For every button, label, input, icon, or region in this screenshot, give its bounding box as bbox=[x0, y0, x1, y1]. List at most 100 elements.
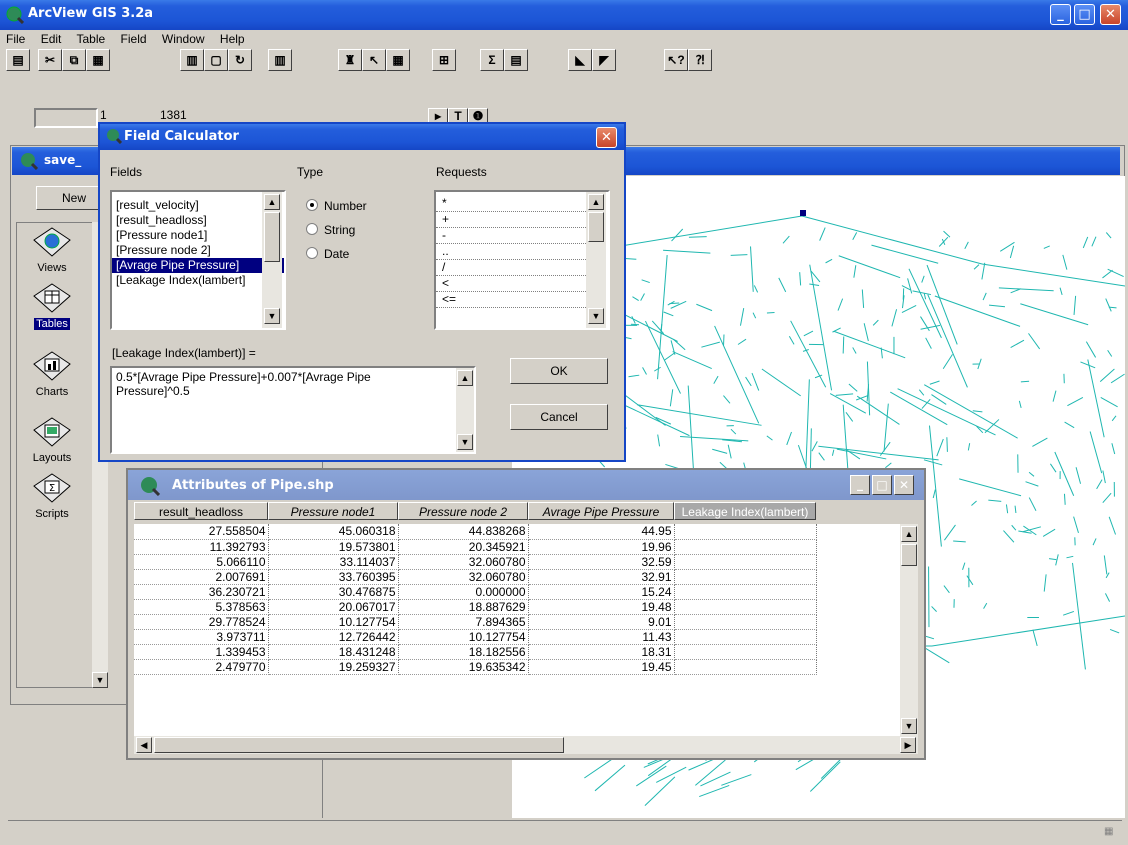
table-cell[interactable]: 0.000000 bbox=[398, 584, 529, 600]
tables-item[interactable]: Tables bbox=[22, 282, 82, 330]
layouts-item[interactable]: Layouts bbox=[22, 416, 82, 464]
table-cell[interactable] bbox=[674, 614, 817, 630]
table-cell[interactable]: 2.479770 bbox=[134, 659, 269, 675]
table-cell[interactable]: 19.48 bbox=[528, 599, 675, 615]
menu-file[interactable]: File bbox=[6, 32, 25, 46]
table-row[interactable]: 5.378563 20.067017 18.887629 19.48 bbox=[134, 599, 817, 615]
table-cell[interactable] bbox=[674, 584, 817, 600]
requests-scroll-up-icon[interactable]: ▲ bbox=[588, 194, 604, 210]
column-header[interactable]: Pressure node1 bbox=[268, 502, 398, 520]
attributes-minimize-button[interactable]: _ bbox=[850, 475, 870, 495]
attributes-scroll-up-icon[interactable]: ▲ bbox=[901, 526, 917, 542]
table-cell[interactable]: 44.95 bbox=[528, 524, 675, 540]
summarize-icon[interactable]: Σ bbox=[480, 49, 504, 71]
sort-descending-icon[interactable]: ◤ bbox=[592, 49, 616, 71]
table-cell[interactable] bbox=[674, 644, 817, 660]
table-cell[interactable]: 18.182556 bbox=[398, 644, 529, 660]
resize-grip-icon[interactable]: ▦ bbox=[1104, 826, 1120, 840]
table-cell[interactable]: 32.060780 bbox=[398, 569, 529, 585]
expression-scroll-up-icon[interactable]: ▲ bbox=[457, 370, 473, 386]
attributes-scroll-left-icon[interactable]: ◀ bbox=[136, 737, 152, 753]
table-icon[interactable]: ▦ bbox=[386, 49, 410, 71]
table-cell[interactable] bbox=[674, 659, 817, 675]
table-cell[interactable]: 19.635342 bbox=[398, 659, 529, 675]
request-item[interactable]: .. bbox=[436, 244, 586, 260]
field-calculator-title-bar[interactable]: Field Calculator ✕ bbox=[100, 124, 624, 150]
request-item[interactable]: <= bbox=[436, 292, 586, 308]
calculator-icon[interactable]: ⊞ bbox=[432, 49, 456, 71]
menu-help[interactable]: Help bbox=[220, 32, 245, 46]
close-button[interactable]: ✕ bbox=[1100, 4, 1121, 25]
field-item[interactable]: [Pressure node1] bbox=[112, 228, 284, 243]
chart-icon[interactable]: ▥ bbox=[268, 49, 292, 71]
attributes-title-bar[interactable]: Attributes of Pipe.shp _ □ ✕ bbox=[128, 470, 924, 500]
table-cell[interactable] bbox=[674, 629, 817, 645]
table-cell[interactable]: 18.431248 bbox=[268, 644, 399, 660]
table-cell[interactable]: 18.887629 bbox=[398, 599, 529, 615]
column-header[interactable]: Pressure node 2 bbox=[398, 502, 528, 520]
table-cell[interactable]: 20.067017 bbox=[268, 599, 399, 615]
views-item[interactable]: Views bbox=[22, 226, 82, 274]
find-icon[interactable]: ♜ bbox=[338, 49, 362, 71]
table-cell[interactable]: 2.007691 bbox=[134, 569, 269, 585]
copy-icon[interactable]: ⧉ bbox=[62, 49, 86, 71]
table-cell[interactable]: 32.91 bbox=[528, 569, 675, 585]
table-row[interactable]: 27.558504 45.060318 44.838268 44.95 bbox=[134, 524, 817, 540]
refresh-icon[interactable]: ↻ bbox=[228, 49, 252, 71]
requests-scroll-down-icon[interactable]: ▼ bbox=[588, 308, 604, 324]
menu-field[interactable]: Field bbox=[121, 32, 147, 46]
table-cell[interactable]: 9.01 bbox=[528, 614, 675, 630]
attributes-h-scroll-thumb[interactable] bbox=[154, 737, 564, 753]
table-cell[interactable]: 18.31 bbox=[528, 644, 675, 660]
menu-edit[interactable]: Edit bbox=[41, 32, 62, 46]
field-calc-close-button[interactable]: ✕ bbox=[596, 127, 617, 148]
attributes-scroll-down-icon[interactable]: ▼ bbox=[901, 718, 917, 734]
app-title-bar[interactable]: ArcView GIS 3.2a _ □ ✕ bbox=[0, 0, 1128, 30]
maximize-button[interactable]: □ bbox=[1074, 4, 1095, 25]
expression-input[interactable]: 0.5*[Avrage Pipe Pressure]+0.007*[Avrage… bbox=[110, 366, 476, 454]
table-cell[interactable]: 44.838268 bbox=[398, 524, 529, 540]
query-icon[interactable]: ↖ bbox=[362, 49, 386, 71]
table-cell[interactable] bbox=[674, 554, 817, 570]
column-header-selected[interactable]: Leakage Index(lambert) bbox=[674, 502, 816, 520]
type-string-radio[interactable]: String bbox=[306, 220, 406, 244]
table-row[interactable]: 3.973711 12.726442 10.127754 11.43 bbox=[134, 629, 817, 645]
table-row[interactable]: 29.778524 10.127754 7.894365 9.01 bbox=[134, 614, 817, 630]
menu-table[interactable]: Table bbox=[77, 32, 106, 46]
paste-icon[interactable]: ▦ bbox=[86, 49, 110, 71]
field-item[interactable]: [Leakage Index(lambert] bbox=[112, 273, 284, 288]
requests-scroll-thumb[interactable] bbox=[588, 212, 604, 242]
table-cell[interactable]: 1.339453 bbox=[134, 644, 269, 660]
table-cell[interactable]: 5.066110 bbox=[134, 554, 269, 570]
expression-scroll-down-icon[interactable]: ▼ bbox=[457, 434, 473, 450]
field-item[interactable]: [Pressure node 2] bbox=[112, 243, 284, 258]
table-cell[interactable] bbox=[674, 569, 817, 585]
cut-icon[interactable]: ✂ bbox=[38, 49, 62, 71]
table-cell[interactable]: 19.259327 bbox=[268, 659, 399, 675]
selected-node-marker[interactable] bbox=[800, 210, 806, 216]
table-cell[interactable]: 11.43 bbox=[528, 629, 675, 645]
column-header[interactable]: Avrage Pipe Pressure bbox=[528, 502, 674, 520]
request-item[interactable]: < bbox=[436, 276, 586, 292]
fields-list[interactable]: [result_velocity] [result_headloss] [Pre… bbox=[110, 190, 286, 330]
save-icon[interactable]: ▤ bbox=[6, 49, 30, 71]
table-row[interactable]: 11.392793 19.573801 20.345921 19.96 bbox=[134, 539, 817, 555]
table-cell[interactable]: 30.476875 bbox=[268, 584, 399, 600]
type-number-radio[interactable]: Number bbox=[306, 196, 406, 220]
type-date-radio[interactable]: Date bbox=[306, 244, 406, 268]
table-cell[interactable] bbox=[674, 599, 817, 615]
table-cell[interactable]: 3.973711 bbox=[134, 629, 269, 645]
cancel-button[interactable]: Cancel bbox=[510, 404, 608, 430]
ok-button[interactable]: OK bbox=[510, 358, 608, 384]
table-row[interactable]: 1.339453 18.431248 18.182556 18.31 bbox=[134, 644, 817, 660]
requests-list[interactable]: * + - .. / < <= ▲ ▼ bbox=[434, 190, 610, 330]
table-cell[interactable]: 12.726442 bbox=[268, 629, 399, 645]
request-item[interactable]: + bbox=[436, 212, 586, 228]
table-row[interactable]: 36.230721 30.476875 0.000000 15.24 bbox=[134, 584, 817, 600]
column-header[interactable]: result_headloss bbox=[134, 502, 268, 520]
table-cell[interactable]: 11.392793 bbox=[134, 539, 269, 555]
table-cell[interactable]: 33.114037 bbox=[268, 554, 399, 570]
table-row[interactable]: 2.479770 19.259327 19.635342 19.45 bbox=[134, 659, 817, 675]
table-cell[interactable]: 32.060780 bbox=[398, 554, 529, 570]
table-cell[interactable]: 19.573801 bbox=[268, 539, 399, 555]
